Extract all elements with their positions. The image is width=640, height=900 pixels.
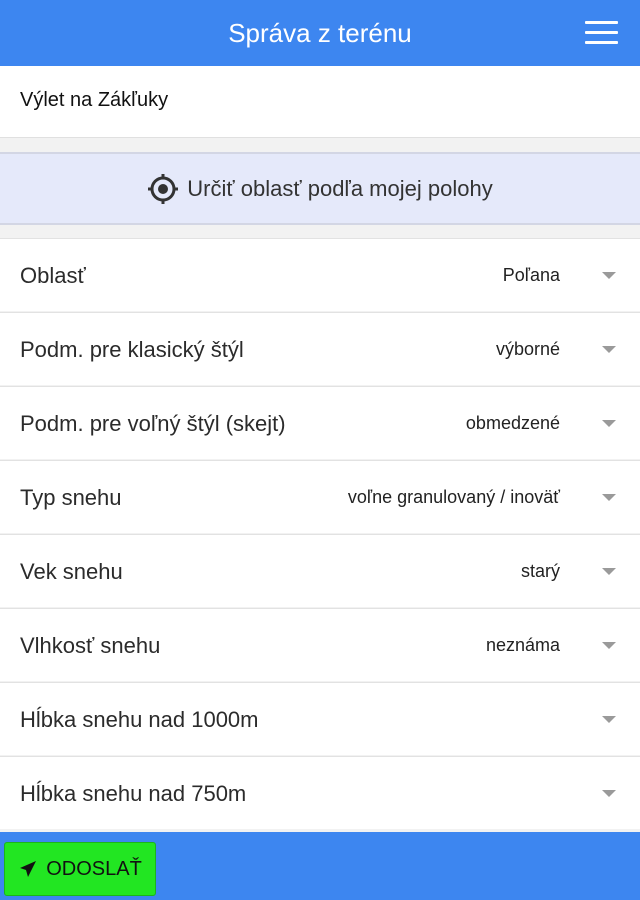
chevron-down-icon	[602, 716, 616, 723]
paper-plane-icon	[20, 861, 37, 877]
menu-bar	[585, 31, 618, 34]
footer-bar: ODOSLAŤ	[0, 832, 640, 900]
menu-bar	[585, 21, 618, 24]
chevron-down-icon	[602, 272, 616, 279]
field-value: Poľana	[502, 265, 560, 285]
trip-name-input[interactable]	[20, 89, 620, 112]
hamburger-menu-icon[interactable]	[585, 21, 618, 45]
send-button-label: ODOSLAŤ	[46, 857, 142, 880]
chevron-down-icon	[602, 642, 616, 649]
select-snow-depth-1000[interactable]: Hĺbka snehu nad 1000m	[0, 682, 640, 755]
field-label: Vek snehu	[20, 559, 123, 584]
select-classic-conditions[interactable]: Podm. pre klasický štýl výborné	[0, 312, 640, 385]
locate-by-position-button[interactable]: Určiť oblasť podľa mojej polohy	[0, 152, 640, 225]
select-snow-depth-750[interactable]: Hĺbka snehu nad 750m	[0, 756, 640, 829]
app-header: Správa z terénu	[0, 0, 640, 66]
field-label: Vlhkosť snehu	[20, 633, 161, 658]
field-value: voľne granulovaný / inoväť	[347, 487, 560, 507]
field-value: starý	[520, 561, 560, 581]
field-value: výborné	[495, 339, 560, 359]
select-snow-type[interactable]: Typ snehu voľne granulovaný / inoväť	[0, 460, 640, 533]
field-label: Oblasť	[20, 263, 86, 288]
select-skate-conditions[interactable]: Podm. pre voľný štýl (skejt) obmedzené	[0, 386, 640, 459]
select-snow-age[interactable]: Vek snehu starý	[0, 534, 640, 607]
report-form-list: Oblasť Poľana Podm. pre klasický štýl vý…	[0, 238, 640, 830]
send-button[interactable]: ODOSLAŤ	[4, 842, 156, 896]
chevron-down-icon	[602, 568, 616, 575]
page-title: Správa z terénu	[228, 18, 412, 48]
field-label: Hĺbka snehu nad 1000m	[20, 707, 259, 732]
chevron-down-icon	[602, 494, 616, 501]
chevron-down-icon	[602, 790, 616, 797]
field-label: Podm. pre klasický štýl	[20, 337, 244, 362]
select-area[interactable]: Oblasť Poľana	[0, 238, 640, 311]
menu-bar	[585, 41, 618, 44]
field-value: neznáma	[485, 635, 560, 655]
field-label: Hĺbka snehu nad 750m	[20, 781, 247, 806]
select-snow-moisture[interactable]: Vlhkosť snehu neznáma	[0, 608, 640, 681]
crosshair-target-icon	[148, 173, 179, 204]
field-label: Podm. pre voľný štýl (skejt)	[20, 411, 286, 436]
field-value: obmedzené	[465, 413, 560, 433]
locate-button-label: Určiť oblasť podľa mojej polohy	[187, 175, 493, 201]
field-label: Typ snehu	[20, 485, 122, 510]
trip-name-field-container	[0, 66, 640, 138]
chevron-down-icon	[602, 346, 616, 353]
chevron-down-icon	[602, 420, 616, 427]
